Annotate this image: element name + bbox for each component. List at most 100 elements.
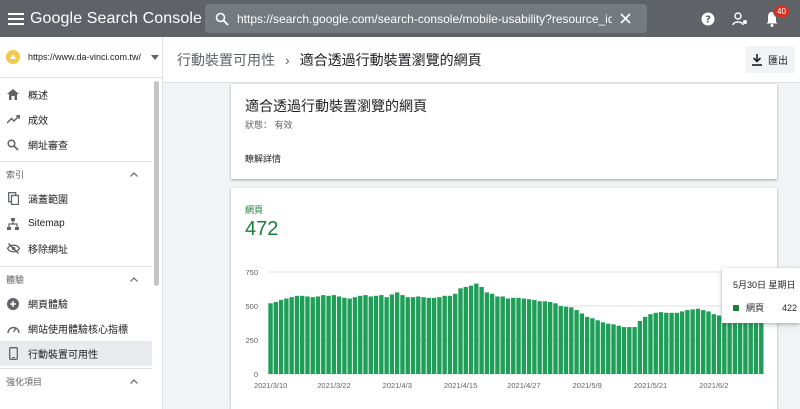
chart-bar[interactable] xyxy=(363,295,368,374)
chart-bar[interactable] xyxy=(315,296,321,374)
chart-bar[interactable] xyxy=(595,320,600,374)
chart-bar[interactable] xyxy=(695,308,701,374)
chart-bar[interactable] xyxy=(532,299,537,374)
chart-bar[interactable] xyxy=(521,298,527,374)
sidebar-item-core-web-vitals[interactable]: 網站使用體驗核心指標 xyxy=(0,316,162,341)
chart-bar[interactable] xyxy=(579,313,585,374)
chart-bar[interactable] xyxy=(484,292,490,374)
pages-bar-chart[interactable]: 0 250 500 750 2021/3/10 2021/3/22 2021/4/3 2021… xyxy=(231,263,777,409)
chart-bar[interactable] xyxy=(701,310,706,374)
chart-bar[interactable] xyxy=(305,296,310,374)
chart-bar[interactable] xyxy=(669,312,674,374)
chart-bar[interactable] xyxy=(447,295,453,374)
chart-bar[interactable] xyxy=(389,294,395,374)
chart-bar[interactable] xyxy=(426,297,432,374)
chart-bar[interactable] xyxy=(284,298,289,374)
chart-bar[interactable] xyxy=(590,318,595,374)
chart-bar[interactable] xyxy=(437,297,442,374)
chart-bar[interactable] xyxy=(511,297,516,374)
chart-bar[interactable] xyxy=(711,314,716,374)
chart-bar[interactable] xyxy=(453,293,458,374)
chart-bar[interactable] xyxy=(500,296,505,374)
chart-bar[interactable] xyxy=(468,285,474,374)
chart-bar[interactable] xyxy=(606,323,611,374)
chart-bar[interactable] xyxy=(621,327,627,374)
manage-users-button[interactable] xyxy=(724,0,756,37)
chart-bar[interactable] xyxy=(410,297,416,374)
chart-bar[interactable] xyxy=(685,310,690,374)
chart-bar[interactable] xyxy=(368,296,373,374)
chart-bar[interactable] xyxy=(679,311,685,374)
chart-bar[interactable] xyxy=(431,297,437,374)
chart-bar[interactable] xyxy=(421,297,426,374)
chart-bar[interactable] xyxy=(394,292,400,374)
sidebar-item-page-experience[interactable]: 網頁體驗 xyxy=(0,291,162,316)
chart-bar[interactable] xyxy=(495,296,500,374)
chart-bar[interactable] xyxy=(400,295,405,374)
chart-bar[interactable] xyxy=(716,315,722,374)
chart-bar[interactable] xyxy=(722,316,727,374)
chart-bar[interactable] xyxy=(611,324,616,374)
chart-bar[interactable] xyxy=(405,297,410,374)
help-button[interactable]: ? xyxy=(692,0,724,37)
chart-bar[interactable] xyxy=(347,298,352,374)
chart-bar[interactable] xyxy=(727,316,732,374)
chart-bar[interactable] xyxy=(548,301,553,374)
sidebar-section-enhancements[interactable]: 強化項目 xyxy=(0,368,152,393)
sidebar-item-overview[interactable]: 概述 xyxy=(0,82,162,107)
chart-bar[interactable] xyxy=(558,306,563,374)
chart-bar[interactable] xyxy=(326,295,331,374)
chart-bar[interactable] xyxy=(294,295,300,374)
sidebar-item-coverage[interactable]: 涵蓋範圍 xyxy=(0,186,162,211)
sidebar-scrollbar[interactable] xyxy=(154,81,159,286)
export-button[interactable]: 匯出 xyxy=(745,46,795,73)
breadcrumb-parent[interactable]: 行動裝置可用性 xyxy=(177,50,275,70)
chart-bar[interactable] xyxy=(542,301,548,374)
chart-bar[interactable] xyxy=(690,309,695,374)
chart-bar[interactable] xyxy=(463,286,468,374)
chart-bar[interactable] xyxy=(653,312,658,374)
sidebar-item-removals[interactable]: 移除網址 xyxy=(0,236,162,261)
chart-bar[interactable] xyxy=(632,327,637,374)
chart-bar[interactable] xyxy=(759,316,764,374)
chart-bar[interactable] xyxy=(505,298,511,374)
chart-bar[interactable] xyxy=(300,295,305,374)
sidebar-item-url-inspection[interactable]: 網址審查 xyxy=(0,132,162,157)
chart-bar[interactable] xyxy=(737,314,743,374)
close-icon[interactable] xyxy=(620,13,631,24)
chart-bar[interactable] xyxy=(600,322,606,374)
chart-bar[interactable] xyxy=(331,295,337,374)
property-selector[interactable]: https://www.da-vinci.com.tw/ xyxy=(0,37,162,78)
chart-bar[interactable] xyxy=(268,303,273,374)
chart-bar[interactable] xyxy=(748,316,753,374)
chart-bar[interactable] xyxy=(358,295,363,374)
chart-bar[interactable] xyxy=(743,315,748,374)
chart-bar[interactable] xyxy=(321,295,326,374)
chart-bar[interactable] xyxy=(674,312,680,374)
chart-bar[interactable] xyxy=(658,312,664,374)
chart-bar[interactable] xyxy=(516,297,521,374)
chart-bar[interactable] xyxy=(616,325,621,374)
chart-bar[interactable] xyxy=(574,310,579,374)
sidebar-item-sitemap[interactable]: Sitemap xyxy=(0,211,162,236)
sidebar-section-experience[interactable]: 體驗 xyxy=(0,266,152,291)
chart-bar[interactable] xyxy=(336,296,342,374)
chart-bar[interactable] xyxy=(637,320,643,374)
url-search-bar[interactable]: https://search.google.com/search-console… xyxy=(205,4,647,33)
chart-bar[interactable] xyxy=(553,303,558,374)
chart-bar[interactable] xyxy=(278,299,284,374)
chart-bar[interactable] xyxy=(384,297,389,374)
chart-bar[interactable] xyxy=(732,315,738,374)
sidebar-item-mobile-usability[interactable]: 行動裝置可用性 xyxy=(0,341,152,366)
chart-bar[interactable] xyxy=(563,306,569,374)
chart-bar[interactable] xyxy=(664,312,669,374)
chart-bar[interactable] xyxy=(373,295,379,374)
url-input[interactable]: https://search.google.com/search-console… xyxy=(237,12,612,26)
chart-bar[interactable] xyxy=(584,316,590,374)
chart-bar[interactable] xyxy=(379,295,384,374)
chart-bar[interactable] xyxy=(352,297,358,374)
chart-bar[interactable] xyxy=(489,293,495,374)
sidebar-item-performance[interactable]: 成效 xyxy=(0,107,162,132)
chart-bar[interactable] xyxy=(627,327,632,374)
menu-button[interactable] xyxy=(2,0,30,37)
